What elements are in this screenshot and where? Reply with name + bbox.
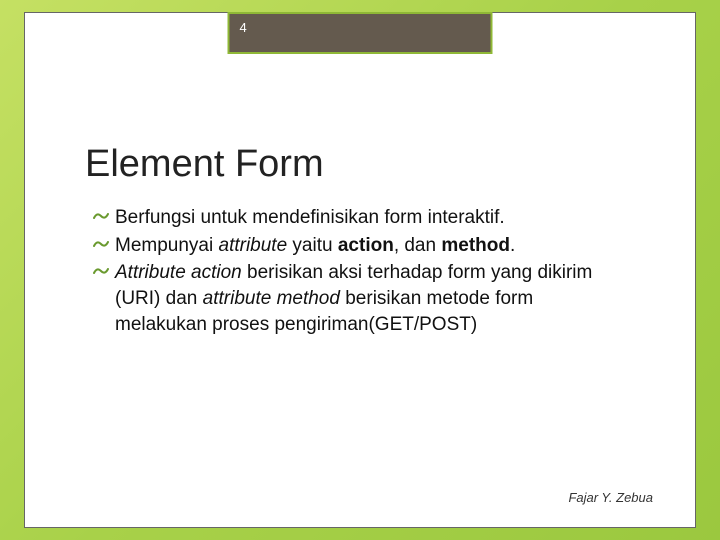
bullet-text: Attribute action berisikan aksi terhadap… [115,262,592,334]
bullet-item: Attribute action berisikan aksi terhadap… [93,260,615,337]
bullet-item: Berfungsi untuk mendefinisikan form inte… [93,205,615,231]
page-number: 4 [240,20,247,35]
footer-author: Fajar Y. Zebua [568,490,653,505]
slide-title: Element Form [85,143,324,186]
bullet-text: Mempunyai attribute yaitu action, dan me… [115,235,515,256]
page-number-box: 4 [228,12,493,54]
bullet-text: Berfungsi untuk mendefinisikan form inte… [115,207,505,228]
slide-content: Berfungsi untuk mendefinisikan form inte… [93,205,615,339]
wave-bullet-icon [93,264,109,278]
wave-bullet-icon [93,209,109,223]
bullet-item: Mempunyai attribute yaitu action, dan me… [93,233,615,259]
slide-frame: 4 Element Form Berfungsi untuk mendefini… [24,12,696,528]
wave-bullet-icon [93,237,109,251]
